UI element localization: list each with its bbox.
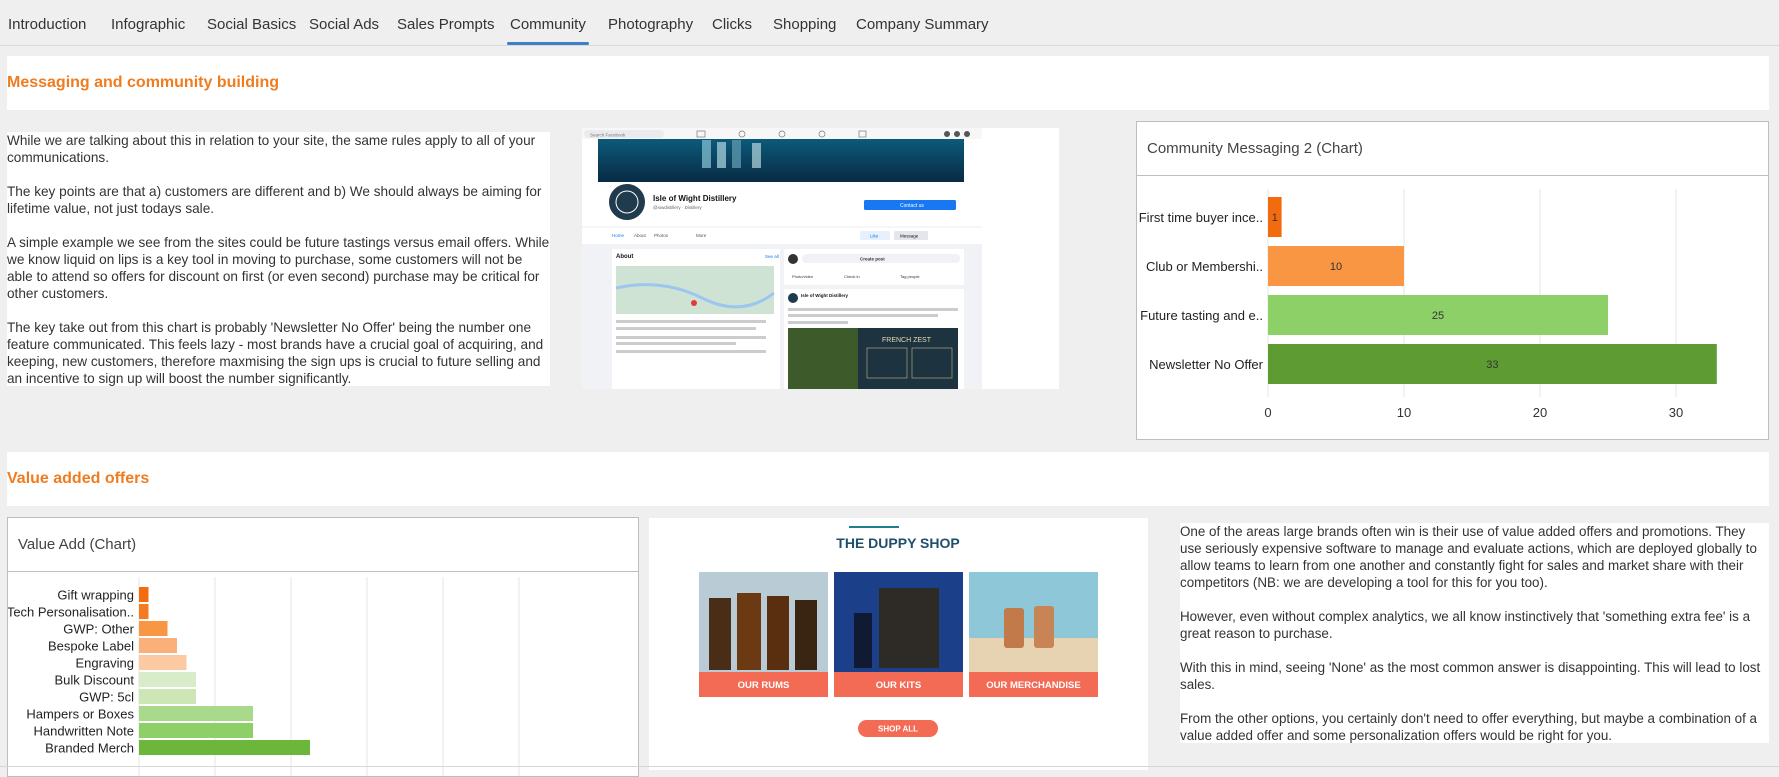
y-tick-label: Branded Merch <box>45 741 134 756</box>
duppy-shop-screenshot: THE DUPPY SHOP OUR RUMS OUR KITS OUR MER… <box>649 518 1148 770</box>
post-action: Check in <box>844 274 860 279</box>
section-title: Messaging and community building <box>7 74 280 91</box>
facebook-page-screenshot: Search Facebook Isle of Wight Distillery… <box>582 128 1059 389</box>
y-tick-label: GWP: 5cl <box>79 690 134 705</box>
post-action: Photo/video <box>792 274 814 279</box>
chart-heading: Community Messaging 2 (Chart) <box>1137 122 1768 176</box>
chart-heading: Value Add (Chart) <box>8 518 638 572</box>
shop-title: THE DUPPY SHOP <box>836 535 959 551</box>
x-tick-label: 20 <box>1533 405 1547 420</box>
search-placeholder: Search Facebook <box>590 133 626 138</box>
fb-tab: More <box>696 233 707 238</box>
tab-sales-prompts[interactable]: Sales Prompts <box>397 4 495 45</box>
data-label: 1 <box>1272 212 1278 224</box>
tab-photography[interactable]: Photography <box>608 4 693 45</box>
y-tick-label: Newsletter No Offer <box>1149 357 1264 372</box>
contact-button: Contact us <box>900 203 924 209</box>
bar <box>139 604 149 619</box>
data-label: 25 <box>1432 310 1444 322</box>
bar <box>139 723 253 738</box>
bar <box>139 655 187 670</box>
bar <box>139 621 168 636</box>
y-tick-label: Future tasting and e.. <box>1140 308 1263 323</box>
community-messaging-chart-card: Community Messaging 2 (Chart) 0 10 20 30 Fir… <box>1136 121 1769 440</box>
y-tick-label: First time buyer ince.. <box>1139 210 1263 225</box>
y-tick-label: Handwritten Note <box>34 724 134 739</box>
paragraph: From the other options, you certainly do… <box>1180 711 1757 743</box>
y-tick-label: Hampers or Boxes <box>26 707 134 722</box>
y-tick-label: Bespoke Label <box>48 639 134 654</box>
like-button: Like <box>870 234 879 239</box>
tab-introduction[interactable]: Introduction <box>8 4 86 45</box>
paragraph: A simple example we see from the sites c… <box>7 235 550 301</box>
page-sub: @iowdistillery · Distillery <box>653 205 702 210</box>
section-header-value-added: Value added offers <box>7 452 1769 506</box>
section-header-messaging: Messaging and community building <box>7 56 1769 110</box>
tab-infographic[interactable]: Infographic <box>111 4 185 45</box>
data-label: 10 <box>1330 261 1342 273</box>
bar <box>139 587 149 602</box>
tab-community[interactable]: Community <box>507 4 589 45</box>
tile-label: OUR MERCHANDISE <box>986 680 1080 691</box>
y-tick-label: Club or Membershi.. <box>1146 259 1263 274</box>
banner-text: FRENCH ZEST <box>882 337 932 344</box>
shop-all-button: SHOP ALL <box>878 725 918 734</box>
about-label: About <box>616 254 633 260</box>
bar <box>139 672 196 687</box>
post-author: Isle of Wight Distillery <box>801 293 848 298</box>
x-tick-label: 10 <box>1397 405 1411 420</box>
community-messaging-chart: 0 10 20 30 First time buyer ince.. 1 Club or M… <box>1139 189 1717 420</box>
paragraph: With this in mind, seeing 'None' as the … <box>1180 660 1761 692</box>
x-tick-label: 30 <box>1669 405 1683 420</box>
page-name: Isle of Wight Distillery <box>653 194 737 203</box>
paragraph: The key take out from this chart is prob… <box>7 320 544 386</box>
paragraph: One of the areas large brands often win … <box>1180 524 1757 590</box>
y-tick-label: Engraving <box>75 656 134 671</box>
value-added-text: One of the areas large brands often win … <box>1180 523 1769 743</box>
y-tick-label: GWP: Other <box>63 622 134 637</box>
fb-tab: Home <box>612 233 625 238</box>
divider <box>0 766 1779 767</box>
tab-clicks[interactable]: Clicks <box>712 4 752 45</box>
tab-shopping[interactable]: Shopping <box>773 4 836 45</box>
bar <box>139 638 177 653</box>
see-all: See all <box>765 254 779 259</box>
section-title: Value added offers <box>7 470 150 487</box>
tab-company-summary[interactable]: Company Summary <box>856 4 989 45</box>
create-post: Create post <box>860 257 885 262</box>
message-button: Message <box>900 234 919 239</box>
value-add-chart: Gift wrapping Tech Personalisation.. GWP: … <box>8 577 520 776</box>
paragraph: However, even without complex analytics,… <box>1180 609 1751 641</box>
tab-bar: Introduction Infographic Social Basics S… <box>0 4 1779 46</box>
bar <box>139 689 196 704</box>
y-tick-label: Gift wrapping <box>57 588 134 603</box>
x-tick-label: 0 <box>1264 405 1271 420</box>
post-action: Tag people <box>900 274 920 279</box>
paragraph: The key points are that a) customers are… <box>7 184 542 216</box>
data-label: 33 <box>1486 359 1498 371</box>
bar <box>139 706 253 721</box>
tab-social-ads[interactable]: Social Ads <box>309 4 379 45</box>
y-tick-label: Tech Personalisation.. <box>8 605 134 620</box>
fb-tab: About <box>634 233 647 238</box>
messaging-text: While we are talking about this in relat… <box>7 132 550 386</box>
tile-label: OUR RUMS <box>738 680 790 691</box>
fb-tab: Photos <box>654 233 669 238</box>
value-add-chart-card: Value Add (Chart) Gift wrapping Tech Pers… <box>7 517 639 777</box>
tab-social-basics[interactable]: Social Basics <box>207 4 296 45</box>
paragraph: While we are talking about this in relat… <box>7 133 536 165</box>
y-tick-label: Bulk Discount <box>55 673 135 688</box>
tile-label: OUR KITS <box>876 680 921 691</box>
bar <box>139 740 310 755</box>
